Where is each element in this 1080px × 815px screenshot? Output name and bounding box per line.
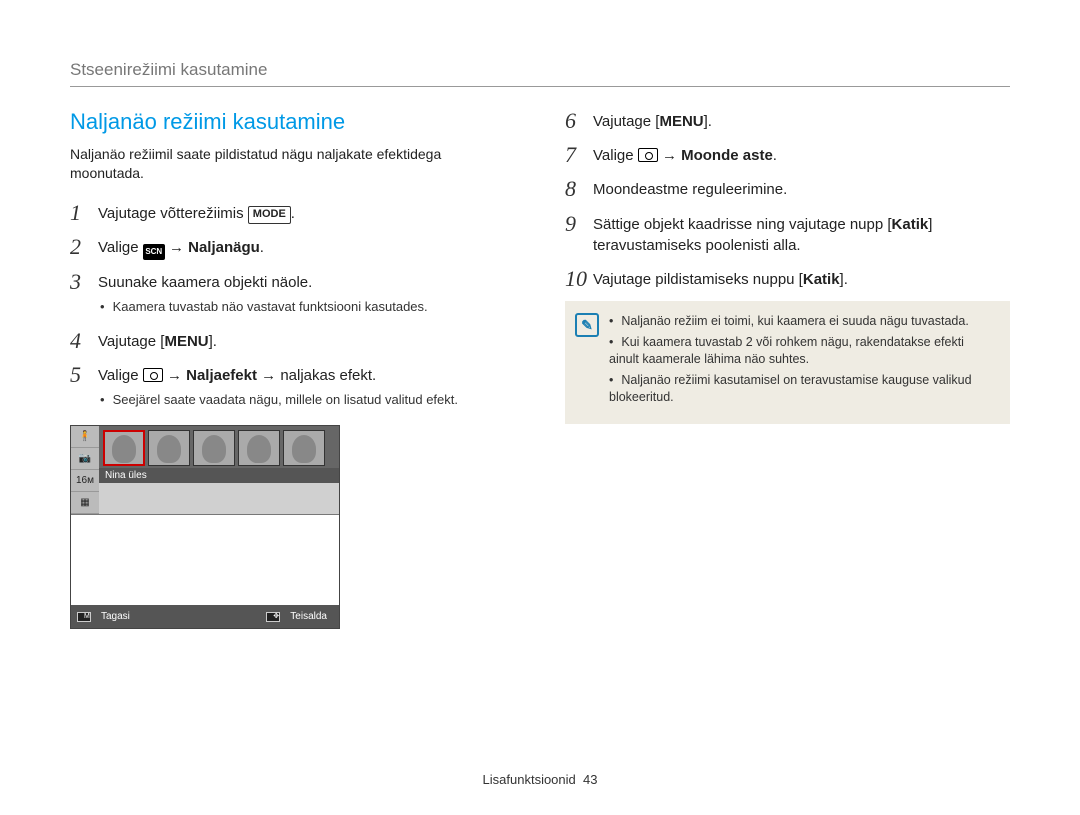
step-text: Vajutage pildistamiseks nuppu [Katik]. — [593, 269, 1010, 291]
lcd-side-icon: 16м — [71, 470, 99, 492]
step-body: Vajutage [MENU]. — [98, 329, 515, 353]
step-item: 8Moondeastme reguleerimine. — [565, 177, 1010, 201]
lcd-move-label: Teisalda — [284, 608, 333, 625]
step-number: 8 — [565, 177, 593, 201]
step-number: 5 — [70, 363, 98, 387]
lcd-thumb — [148, 430, 190, 466]
note-item: Naljanäo režiimi kasutamisel on teravust… — [609, 372, 996, 406]
step-number: 4 — [70, 329, 98, 353]
menu-label: MENU — [164, 333, 208, 350]
step-text: Vajutage [MENU]. — [593, 111, 1010, 133]
step-number: 9 — [565, 212, 593, 236]
step-number: 10 — [565, 267, 593, 291]
lcd-thumb — [238, 430, 280, 466]
step-item: 3Suunake kaamera objekti näole. Kaamera t… — [70, 270, 515, 319]
bold-text: Katik — [803, 271, 840, 288]
note-list: Naljanäo režiim ei toimi, kui kaamera ei… — [609, 313, 996, 409]
menu-tiny-icon: M — [77, 612, 91, 622]
step-text: Vajutage võtterežiimis MODE. — [98, 203, 515, 225]
step-number: 6 — [565, 109, 593, 133]
step-item: 5Valige → Naljaefekt → naljakas efekt. Se… — [70, 363, 515, 412]
right-steps-list: 6Vajutage [MENU].7Valige → Moonde aste.8… — [565, 109, 1010, 291]
step-text: Valige → Naljaefekt → naljakas efekt. — [98, 365, 515, 387]
step-number: 1 — [70, 201, 98, 225]
bold-text: Naljanägu — [188, 239, 260, 256]
divider — [70, 86, 1010, 87]
section-label: Stseenirežiimi kasutamine — [70, 60, 1010, 80]
step-body: Moondeastme reguleerimine. — [593, 177, 1010, 201]
step-item: 2Valige SCN → Naljanägu. — [70, 235, 515, 260]
step-body: Vajutage [MENU]. — [593, 109, 1010, 133]
step-item: 4Vajutage [MENU]. — [70, 329, 515, 353]
lcd-side-icon: ▦ — [71, 492, 99, 514]
arrow-icon: → — [169, 239, 184, 256]
step-item: 10Vajutage pildistamiseks nuppu [Katik]. — [565, 267, 1010, 291]
footer-page: 43 — [583, 772, 597, 787]
lcd-side-icon: 🧍 — [71, 426, 99, 448]
camera-icon — [143, 368, 163, 382]
step-body: Valige → Naljaefekt → naljakas efekt. See… — [98, 363, 515, 412]
arrow-icon: → — [261, 367, 276, 384]
step-body: Valige SCN → Naljanägu. — [98, 235, 515, 260]
bold-text: Moonde aste — [681, 147, 773, 164]
step-subitem: Kaamera tuvastab näo vastavat funktsioon… — [98, 298, 515, 317]
step-sublist: Kaamera tuvastab näo vastavat funktsioon… — [98, 298, 515, 317]
mode-icon: MODE — [248, 206, 291, 224]
lcd-caption: Nina üles — [99, 468, 339, 483]
lcd-thumb — [193, 430, 235, 466]
step-text: Suunake kaamera objekti näole. — [98, 272, 515, 294]
step-text: Valige SCN → Naljanägu. — [98, 237, 515, 260]
lcd-footer: M Tagasi ✥ Teisalda — [71, 605, 339, 628]
step-body: Suunake kaamera objekti näole. Kaamera tu… — [98, 270, 515, 319]
arrow-icon: → — [662, 147, 677, 164]
subheading: Naljanäo režiimi kasutamine — [70, 109, 515, 135]
camera-lcd-mock: 🧍 📷 16м ▦ Nina üles — [70, 425, 340, 629]
step-item: 9Sättige objekt kaadrisse ning vajutage … — [565, 212, 1010, 258]
lcd-body — [71, 515, 339, 605]
step-sublist: Seejärel saate vaadata nägu, millele on … — [98, 391, 515, 410]
note-icon: ✎ — [575, 313, 599, 337]
footer-label: Lisafunktsioonid — [483, 772, 576, 787]
step-body: Vajutage pildistamiseks nuppu [Katik]. — [593, 267, 1010, 291]
menu-label: MENU — [659, 113, 703, 130]
page-footer: Lisafunktsioonid 43 — [0, 772, 1080, 787]
note-box: ✎ Naljanäo režiim ei toimi, kui kaamera … — [565, 301, 1010, 423]
step-body: Sättige objekt kaadrisse ning vajutage n… — [593, 212, 1010, 258]
step-number: 3 — [70, 270, 98, 294]
step-body: Vajutage võtterežiimis MODE. — [98, 201, 515, 225]
lcd-side-icon: 📷 — [71, 448, 99, 470]
arrow-icon: → — [167, 367, 182, 384]
lcd-thumb — [283, 430, 325, 466]
lcd-back-label: Tagasi — [95, 608, 136, 625]
step-item: 1Vajutage võtterežiimis MODE. — [70, 201, 515, 225]
note-item: Kui kaamera tuvastab 2 või rohkem nägu, … — [609, 334, 996, 368]
left-steps-list: 1Vajutage võtterežiimis MODE.2Valige SCN… — [70, 201, 515, 412]
bold-text: Naljaefekt — [186, 367, 257, 384]
step-text: Moondeastme reguleerimine. — [593, 179, 1010, 201]
step-subitem: Seejärel saate vaadata nägu, millele on … — [98, 391, 515, 410]
note-item: Naljanäo režiim ei toimi, kui kaamera ei… — [609, 313, 996, 330]
step-number: 2 — [70, 235, 98, 259]
step-text: Sättige objekt kaadrisse ning vajutage n… — [593, 214, 1010, 258]
step-body: Valige → Moonde aste. — [593, 143, 1010, 167]
scene-icon: SCN — [143, 244, 165, 260]
intro-text: Naljanäo režiimil saate pildistatud nägu… — [70, 145, 515, 183]
right-column: 6Vajutage [MENU].7Valige → Moonde aste.8… — [565, 109, 1010, 629]
step-item: 6Vajutage [MENU]. — [565, 109, 1010, 133]
nav-tiny-icon: ✥ — [266, 612, 280, 622]
left-column: Naljanäo režiimi kasutamine Naljanäo rež… — [70, 109, 515, 629]
step-number: 7 — [565, 143, 593, 167]
camera-icon — [638, 148, 658, 162]
lcd-thumb — [103, 430, 145, 466]
lcd-thumbs — [99, 426, 339, 468]
step-text: Valige → Moonde aste. — [593, 145, 1010, 167]
step-text: Vajutage [MENU]. — [98, 331, 515, 353]
bold-text: Katik — [892, 216, 929, 233]
step-item: 7Valige → Moonde aste. — [565, 143, 1010, 167]
